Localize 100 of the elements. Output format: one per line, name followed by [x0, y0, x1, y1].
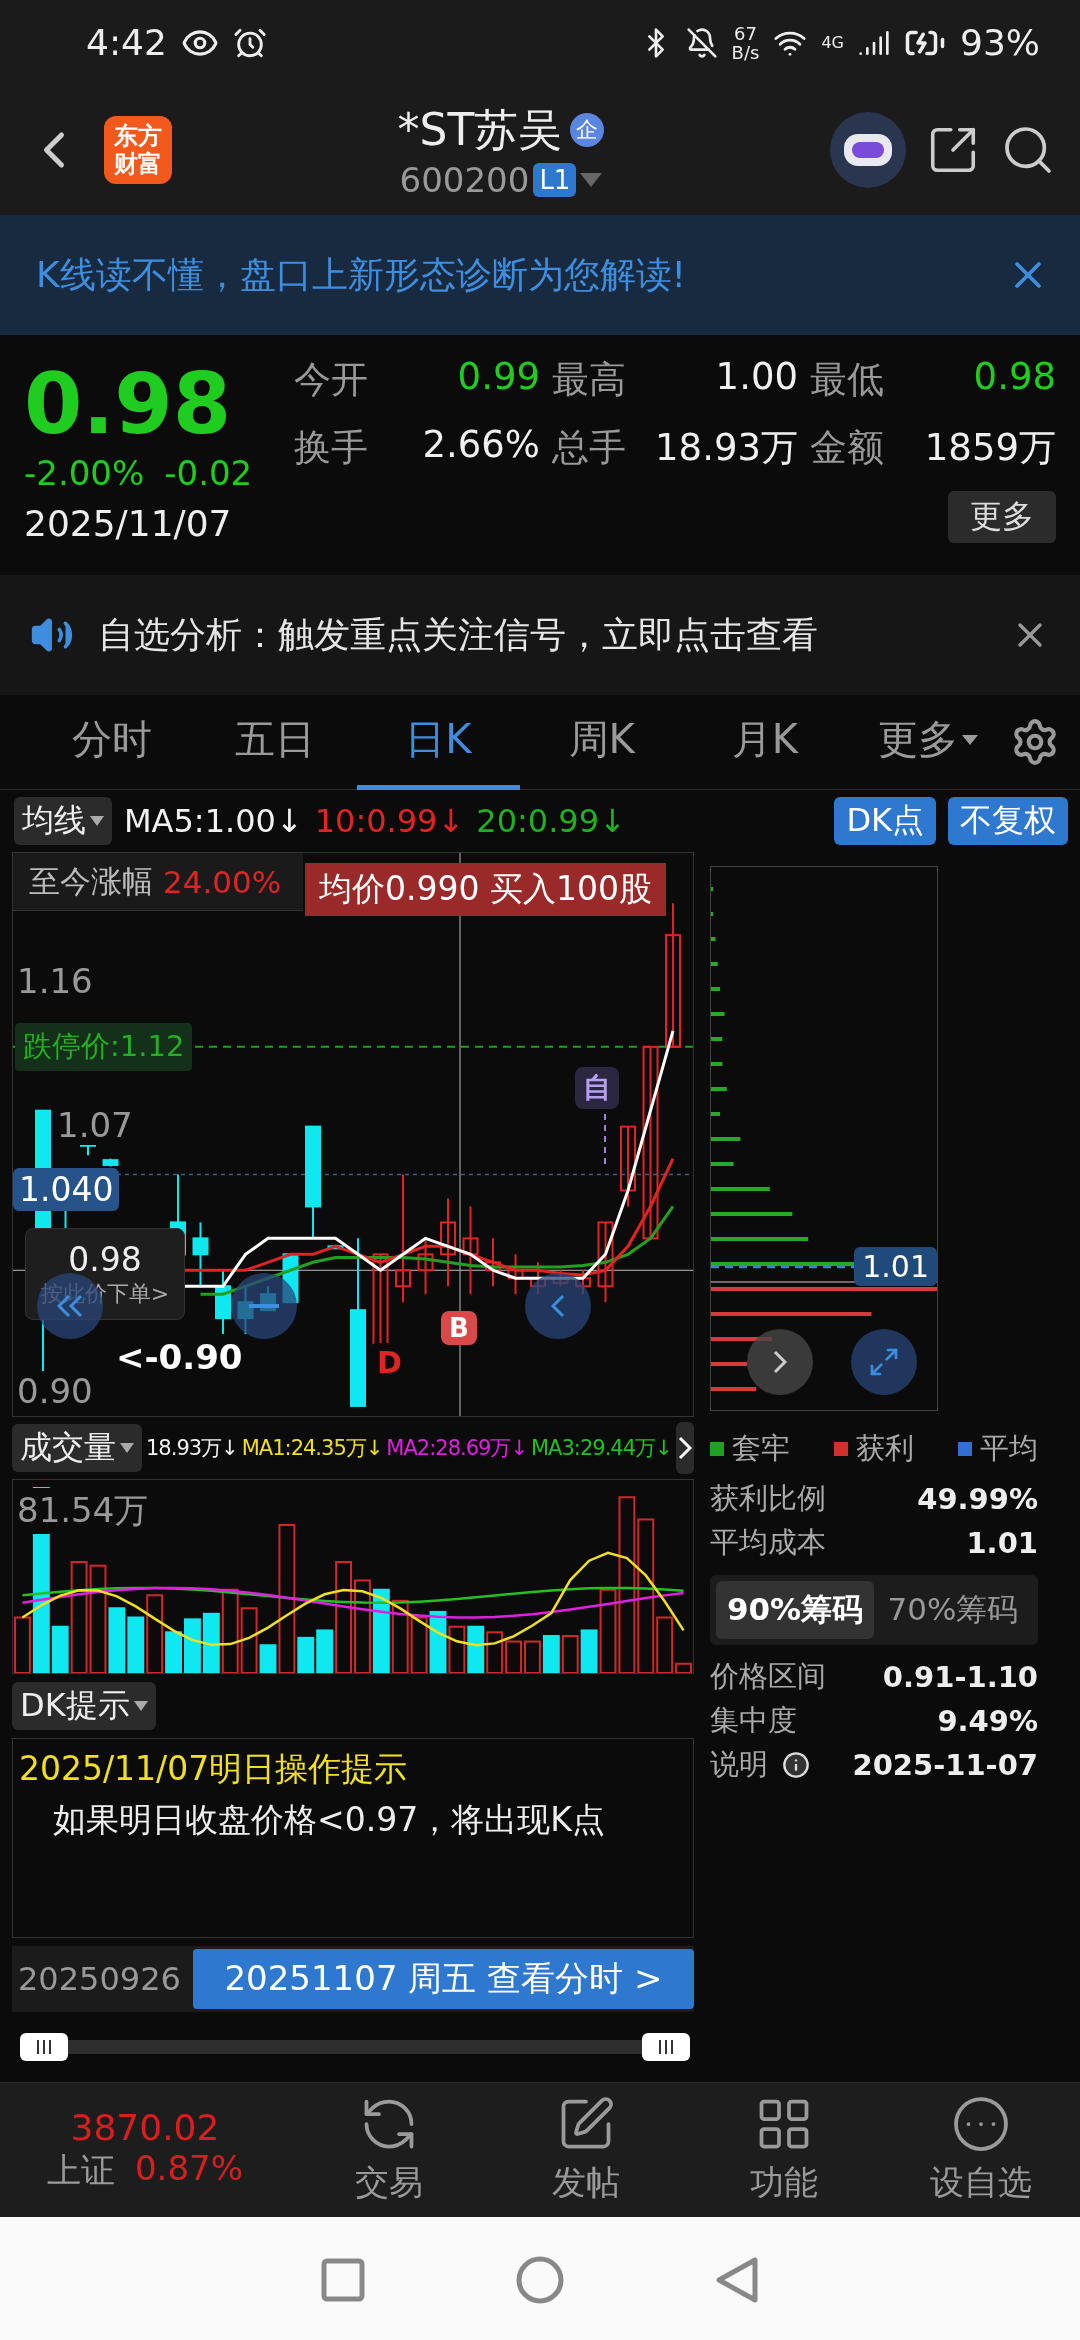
recent-apps-icon[interactable] — [321, 2257, 365, 2302]
caret-icon — [90, 816, 104, 826]
volume-bar — [467, 1625, 485, 1673]
dk-point-button[interactable]: DK点 — [834, 797, 936, 845]
chip-bar — [711, 962, 718, 966]
enterprise-badge: 企 — [570, 113, 605, 147]
hint-selector[interactable]: DK提示 — [12, 1682, 156, 1730]
buy-marker: B — [441, 1311, 477, 1345]
next-button[interactable] — [675, 1422, 694, 1474]
candlestick — [485, 1237, 501, 1288]
hint-text: 如果明日收盘价格<0.97，将出现K点 — [52, 1799, 606, 1841]
network-speed: 67 B/s — [731, 23, 760, 62]
legend-label: 套牢 — [732, 1430, 790, 1467]
start-date: 20250926 — [18, 1960, 181, 1998]
stat-label: 说明 — [710, 1746, 768, 1783]
stat-label: 价格区间 — [710, 1658, 826, 1695]
quote-date: 2025/11/07 — [24, 503, 233, 544]
nav-item[interactable]: 发帖 — [487, 2093, 685, 2207]
moving-average-value: MA5:1.00↓ — [124, 802, 303, 840]
adjustment-button[interactable]: 不复权 — [948, 797, 1068, 845]
volume-bar — [429, 1610, 447, 1673]
back-button[interactable] — [525, 1273, 591, 1339]
chart-tab[interactable]: 周K — [520, 694, 684, 790]
stat-label: 最高 — [552, 357, 626, 403]
volume-selector[interactable]: 成交量 — [12, 1424, 142, 1472]
stat-label: 金额 — [810, 425, 884, 471]
chart-tab[interactable]: 日K — [356, 694, 520, 790]
chip-bar — [711, 912, 714, 916]
volume-bar — [486, 1631, 504, 1673]
chip-bar — [711, 1162, 734, 1166]
legend-label: 平均 — [980, 1430, 1038, 1467]
chip-bar — [711, 1362, 748, 1366]
chip-bar — [711, 1037, 723, 1041]
average-cost-label: 1.01 — [854, 1247, 937, 1286]
candlestick — [102, 1157, 119, 1168]
average-price-tooltip: 均价0.990 买入100股 — [305, 863, 666, 916]
stat-value: 49.99% — [917, 1482, 1038, 1516]
nav-item[interactable]: 交易 — [290, 2093, 488, 2207]
chip-bar — [711, 1087, 727, 1091]
candlestick — [507, 1253, 524, 1296]
chart-tab[interactable]: 月K — [683, 694, 847, 790]
chip-bar — [711, 1012, 725, 1016]
stat-value: 0.98 — [973, 355, 1056, 400]
chip-bar — [711, 987, 721, 991]
chip-bar — [711, 1062, 723, 1066]
expand-icon — [868, 1346, 900, 1378]
chip-bar — [711, 1112, 721, 1116]
chip-bar — [711, 887, 714, 891]
zoom-out-button[interactable] — [231, 1273, 297, 1339]
signal-marker: 自 — [575, 1067, 619, 1109]
volume-bar — [410, 1616, 428, 1673]
volume-bar — [127, 1616, 145, 1673]
volume-average-value: MA3:29.44万↓ — [531, 1435, 672, 1462]
indicator-selector[interactable]: 均线 — [14, 797, 112, 845]
stat-value: 0.91-1.10 — [882, 1660, 1038, 1694]
volume-average-value: MA2:28.69万↓ — [386, 1435, 527, 1462]
stat-label: 获利比例 — [710, 1480, 826, 1517]
price-axis-label: 1.16 — [17, 961, 93, 1001]
crosshair-price-label: 1.040 — [13, 1168, 120, 1211]
stock-code: 600200 — [399, 159, 530, 200]
caret-icon — [580, 172, 603, 187]
stat-label: 换手 — [294, 425, 368, 471]
stat-label: 集中度 — [710, 1702, 797, 1739]
chart-tab[interactable]: 五日 — [193, 694, 357, 790]
stat-value: 0.99 — [457, 355, 540, 400]
candlestick — [417, 1237, 434, 1296]
app-logo: 东方 财富 — [104, 116, 172, 184]
volume-bar — [505, 1640, 522, 1673]
view-intraday-button[interactable]: 20251107 周五 查看分时 > — [192, 1949, 694, 2009]
current-price: 0.98 — [24, 355, 233, 453]
chart-tab[interactable]: 分时 — [30, 694, 194, 790]
index-quote[interactable]: 3870.02 上证 0.87% — [0, 2106, 290, 2194]
volume-bar — [448, 1625, 466, 1673]
nav-item[interactable]: 设自选 — [882, 2093, 1080, 2207]
home-icon[interactable] — [515, 2254, 565, 2305]
stat-value: 1.00 — [715, 355, 798, 400]
nav-item[interactable]: 功能 — [685, 2093, 883, 2207]
stat-value: 2.66% — [422, 423, 540, 468]
level-badge: L1 — [533, 162, 577, 197]
change-percent: -2.00% — [24, 453, 145, 493]
caret-icon — [133, 1701, 148, 1711]
stat-value: 18.93万 — [655, 425, 798, 471]
chip-bar — [711, 937, 716, 941]
more-button[interactable]: 更多 — [948, 491, 1056, 543]
network-type: 4G — [821, 33, 844, 52]
minus-icon — [249, 1304, 279, 1308]
slider-handle[interactable] — [20, 2033, 68, 2061]
volume-bar — [202, 1612, 220, 1673]
info-icon[interactable] — [782, 1751, 810, 1779]
slider-handle[interactable] — [642, 2033, 690, 2061]
stat-value: 9.49% — [937, 1704, 1038, 1738]
volume-bar — [524, 1640, 541, 1673]
stat-label: 总手 — [552, 425, 626, 471]
hint-title: 2025/11/07明日操作提示 — [19, 1748, 409, 1790]
chart-tab[interactable]: 更多 — [846, 694, 1010, 790]
bell-off-icon — [685, 26, 718, 59]
chip-range-option[interactable]: 70%筹码 — [874, 1581, 1032, 1639]
moving-average-value: 20:0.99↓ — [476, 802, 626, 840]
volume-bar — [561, 1635, 579, 1673]
chip-range-option[interactable]: 90%筹码 — [716, 1581, 874, 1639]
